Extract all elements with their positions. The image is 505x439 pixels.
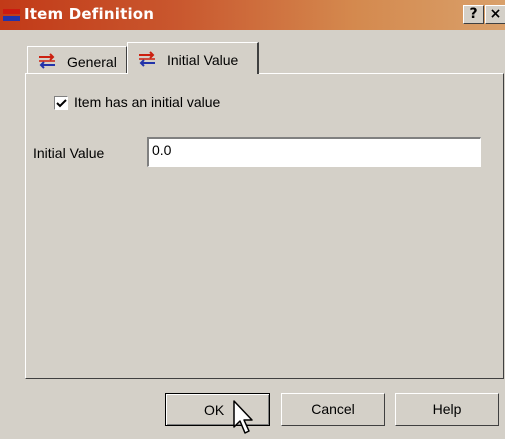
item-arrows-icon [138,51,156,67]
tab-initial-value-label: Initial Value [167,52,239,68]
close-button[interactable]: × [485,5,505,24]
tab-initial-value[interactable]: Initial Value [127,42,259,74]
initial-value-input[interactable]: 0.0 [147,137,481,167]
help-button[interactable]: Help [395,393,499,426]
tab-general-label: General [67,54,117,70]
item-definition-icon [3,7,20,23]
help-title-button[interactable]: ? [463,5,484,24]
title-bar[interactable]: Item Definition ? × [0,0,505,30]
tab-general[interactable]: General [27,46,127,73]
help-button-label: Help [432,401,462,417]
window-title: Item Definition [24,5,155,23]
ok-button-label: OK [204,402,225,418]
initial-value-checkbox[interactable] [54,96,68,110]
cancel-button-label: Cancel [311,401,355,417]
tab-panel [25,73,504,379]
item-definition-dialog: Item Definition ? × General Initial Valu… [0,0,505,439]
initial-value-checkbox-label[interactable]: Item has an initial value [74,94,220,110]
checkmark-icon [56,99,67,108]
item-arrows-icon [38,53,56,69]
cancel-button[interactable]: Cancel [281,393,385,426]
mouse-pointer-icon [232,399,256,437]
initial-value-label: Initial Value [33,145,105,161]
